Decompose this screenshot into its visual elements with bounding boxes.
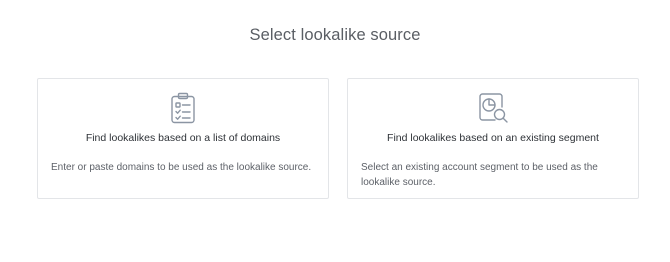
clipboard-checklist-icon [166, 91, 200, 125]
domains-list-source-card[interactable]: Find lookalikes based on a list of domai… [37, 78, 329, 199]
page-title: Select lookalike source [249, 26, 421, 44]
segment-source-card[interactable]: Find lookalikes based on an existing seg… [347, 78, 639, 199]
card-title: Find lookalikes based on a list of domai… [85, 132, 281, 144]
card-description: Select an existing account segment to be… [361, 162, 598, 188]
card-title: Find lookalikes based on an existing seg… [387, 132, 599, 144]
segment-search-icon [476, 91, 510, 125]
card-description: Enter or paste domains to be used as the… [51, 162, 312, 173]
